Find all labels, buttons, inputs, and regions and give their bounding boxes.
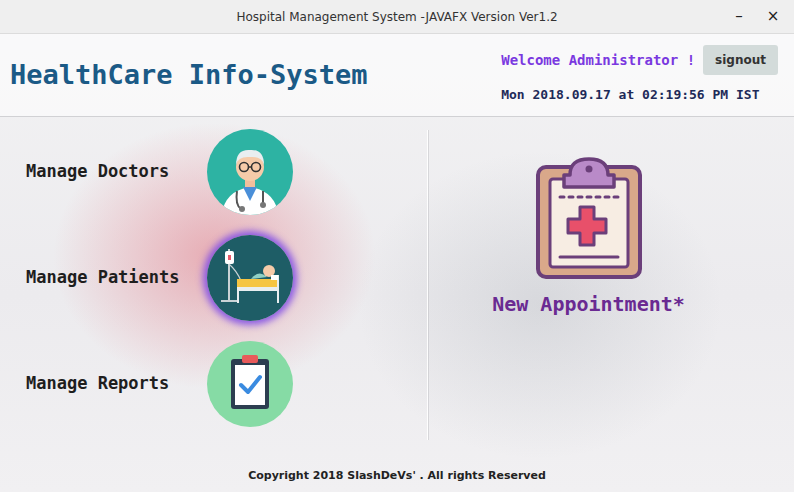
menu-item[interactable]: Manage Doctors (0, 129, 427, 215)
appointment-clipboard-icon[interactable] (530, 153, 648, 281)
report-clipboard-icon (207, 341, 293, 427)
copyright: Copyright 2018 SlashDeVs' . All rights R… (248, 468, 546, 485)
datetime: Mon 2018.09.17 at 02:19:56 PM IST (501, 85, 759, 105)
signout-button[interactable]: signout (703, 45, 778, 75)
divider (427, 130, 428, 440)
doctor-icon (207, 129, 293, 215)
menu-icon-button[interactable] (207, 129, 293, 215)
title-bar: Hospital Management System -JAVAFX Versi… (0, 0, 794, 34)
header: HealthCare Info-System Welcome Administra… (0, 34, 794, 117)
welcome-row: Welcome Administrator ! signout (501, 45, 778, 75)
minimize-button[interactable]: – (726, 9, 752, 24)
appointment-panel[interactable]: New Appointment* (428, 117, 794, 460)
new-appointment-label[interactable]: New Appointment* (492, 289, 685, 319)
appointment-icon-wrap[interactable] (530, 153, 648, 281)
app-window: Hospital Management System -JAVAFX Versi… (0, 0, 794, 492)
menu-icon-button[interactable] (207, 235, 293, 321)
window-controls: –× (726, 9, 794, 24)
main-area: Manage Doctors Manage Patients Manage Repo… (0, 117, 794, 460)
menu-label[interactable]: Manage Patients (26, 265, 207, 291)
menu-icon-button[interactable] (207, 341, 293, 427)
window-title: Hospital Management System -JAVAFX Versi… (236, 8, 557, 26)
menu-item[interactable]: Manage Patients (0, 235, 427, 321)
welcome-text: Welcome Administrator ! (501, 50, 695, 71)
menu-label[interactable]: Manage Reports (26, 371, 207, 397)
menu: Manage Doctors Manage Patients Manage Repo… (0, 117, 427, 460)
close-button[interactable]: × (760, 9, 786, 24)
patient-bed-icon (207, 235, 293, 321)
app-title: HealthCare Info-System (10, 55, 368, 96)
menu-label[interactable]: Manage Doctors (26, 159, 207, 185)
footer: Copyright 2018 SlashDeVs' . All rights R… (0, 460, 794, 492)
user-panel: Welcome Administrator ! signout Mon 2018.0… (501, 45, 778, 105)
menu-item[interactable]: Manage Reports (0, 341, 427, 427)
